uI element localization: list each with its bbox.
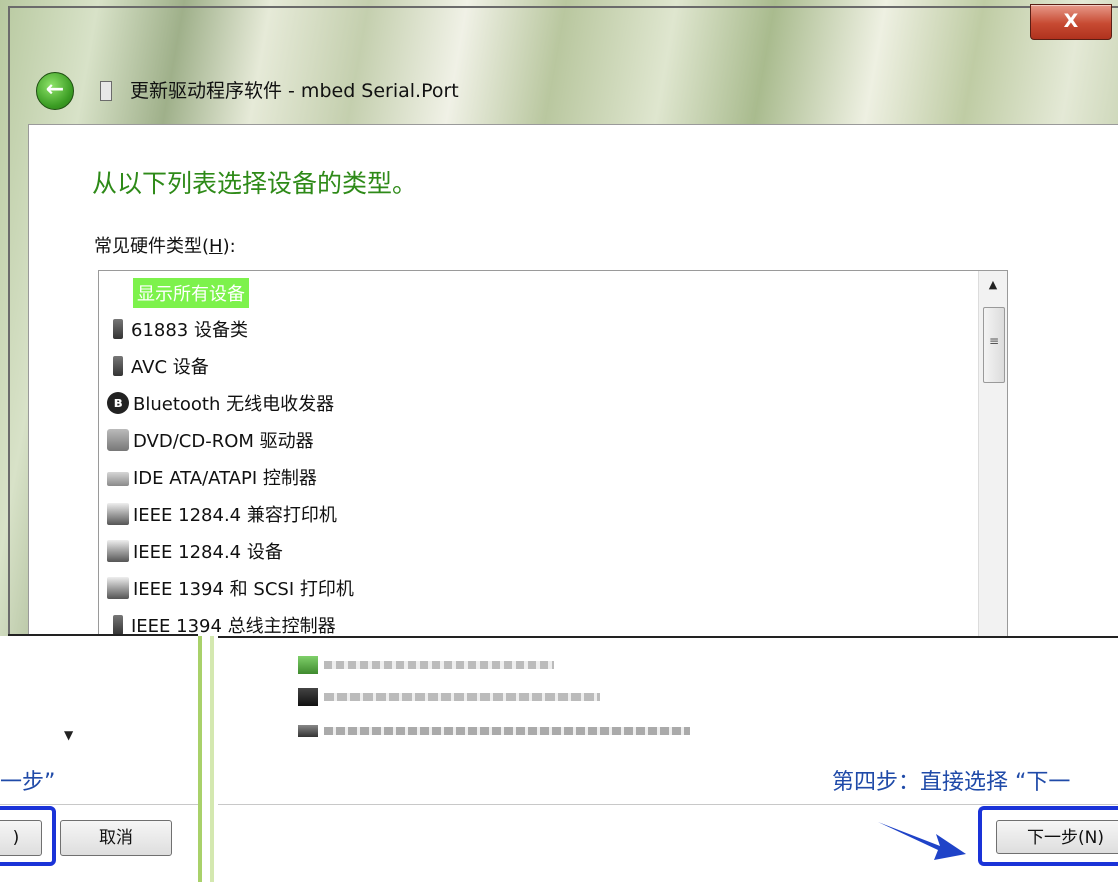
- blurred-label: [324, 727, 690, 735]
- printer-icon: [107, 577, 129, 599]
- scroll-thumb[interactable]: ≡: [983, 307, 1005, 383]
- monitor-icon: [298, 688, 318, 706]
- list-item: [298, 688, 600, 706]
- divider: [218, 636, 1118, 638]
- list-item-label: IEEE 1394 和 SCSI 打印机: [133, 579, 354, 600]
- divider: [218, 804, 1118, 805]
- printer-icon: [107, 503, 129, 525]
- list-item-label: IEEE 1284.4 设备: [133, 542, 283, 563]
- vertical-scrollbar[interactable]: ▲ ≡: [978, 271, 1007, 637]
- usb-plug-icon: [113, 319, 123, 339]
- back-step-button[interactable]: ): [0, 820, 42, 856]
- close-icon: X: [1063, 10, 1079, 32]
- list-item-label: Bluetooth 无线电收发器: [133, 394, 335, 415]
- list-item: [298, 722, 690, 740]
- page-heading: 从以下列表选择设备的类型。: [92, 169, 418, 198]
- pointer-arrow-icon: [878, 822, 966, 860]
- list-item[interactable]: 61883 设备类: [107, 313, 248, 345]
- dvd-drive-icon: [107, 429, 129, 451]
- list-item-label: DVD/CD-ROM 驱动器: [133, 431, 314, 452]
- blurred-label: [324, 661, 554, 669]
- next-button[interactable]: 下一步(N): [996, 820, 1118, 854]
- back-button[interactable]: ←: [36, 72, 74, 110]
- step-annotation-left: 一步”: [0, 770, 56, 795]
- back-arrow-icon: ←: [45, 77, 65, 102]
- list-item[interactable]: DVD/CD-ROM 驱动器: [107, 424, 314, 456]
- bluetooth-icon: ʙ: [107, 392, 129, 414]
- list-item: [298, 656, 554, 674]
- list-item-label: IEEE 1284.4 兼容打印机: [133, 505, 337, 526]
- list-item-label: AVC 设备: [131, 357, 209, 378]
- list-item-show-all[interactable]: 显示所有设备: [133, 277, 249, 309]
- list-item[interactable]: IEEE 1394 和 SCSI 打印机: [107, 572, 354, 604]
- scroll-up-arrow-icon[interactable]: ▲: [979, 271, 1007, 299]
- list-label: 常见硬件类型(H):: [94, 232, 236, 258]
- scroll-down-arrow-icon[interactable]: ▼: [64, 728, 73, 742]
- grip-icon: ≡: [988, 334, 1000, 348]
- list-item-label: 显示所有设备: [133, 278, 249, 308]
- divider: [8, 634, 198, 636]
- ide-controller-icon: [107, 472, 129, 486]
- device-icon: [298, 725, 318, 737]
- device-icon: [100, 81, 112, 101]
- list-item[interactable]: AVC 设备: [107, 350, 209, 382]
- hardware-type-list[interactable]: 显示所有设备 61883 设备类 AVC 设备 ʙ Bluetooth 无线电收发…: [98, 270, 1008, 638]
- close-button[interactable]: X: [1030, 4, 1112, 40]
- list-item-label: IDE ATA/ATAPI 控制器: [133, 468, 317, 489]
- list-label-hotkey: H: [209, 236, 223, 257]
- list-label-suffix: ):: [222, 236, 236, 257]
- printer-icon: [107, 540, 129, 562]
- list-label-prefix: 常见硬件类型(: [94, 236, 210, 257]
- divider: [0, 804, 200, 805]
- blurred-label: [324, 693, 600, 701]
- divider-stripe: [198, 636, 202, 882]
- divider-stripe: [210, 636, 214, 882]
- list-item[interactable]: IDE ATA/ATAPI 控制器: [107, 461, 317, 493]
- window-title: 更新驱动程序软件 - mbed Serial.Port: [130, 80, 459, 102]
- list-item-label: 61883 设备类: [131, 320, 248, 341]
- network-icon: [298, 656, 318, 674]
- usb-plug-icon: [113, 615, 123, 635]
- list-item[interactable]: IEEE 1284.4 兼容打印机: [107, 498, 337, 530]
- usb-plug-icon: [113, 356, 123, 376]
- step-annotation-right: 第四步：直接选择 “下一: [832, 770, 1071, 795]
- list-item[interactable]: ʙ Bluetooth 无线电收发器: [107, 387, 334, 419]
- cancel-button[interactable]: 取消: [60, 820, 172, 856]
- list-item[interactable]: IEEE 1284.4 设备: [107, 535, 283, 567]
